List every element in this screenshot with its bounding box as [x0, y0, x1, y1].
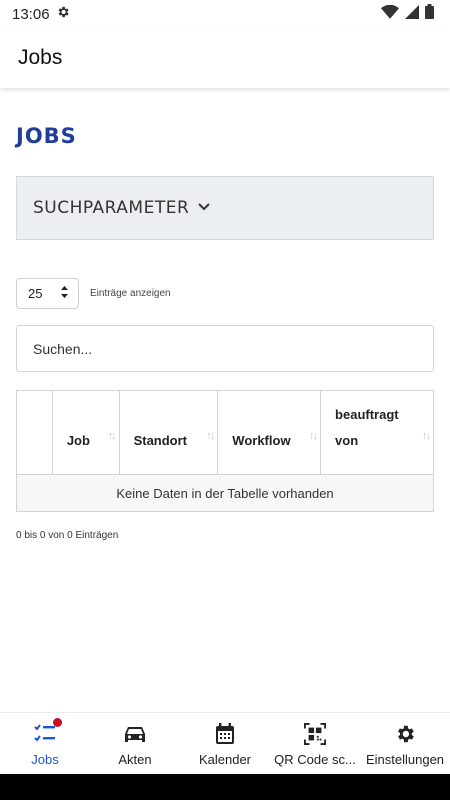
- nav-item-akten[interactable]: Akten: [90, 713, 180, 774]
- select-arrows-icon: [60, 285, 69, 302]
- nav-label-akten: Akten: [118, 752, 152, 767]
- status-bar: 13:06: [0, 0, 450, 28]
- jobs-checklist-icon: [33, 723, 57, 748]
- column-header-job[interactable]: Job ↑↓: [51, 390, 120, 475]
- sort-icon: ↑↓: [206, 430, 215, 442]
- sort-icon: ↑↓: [422, 430, 431, 442]
- search-parameters-label: SUCHPARAMETER: [33, 198, 190, 218]
- qr-code-icon: [303, 723, 327, 748]
- system-navigation-bar: [0, 774, 450, 800]
- nav-label-qr-code: QR Code sc...: [274, 752, 356, 767]
- page-length-select[interactable]: 25: [16, 278, 79, 309]
- table-row: Keine Daten in der Tabelle vorhanden: [16, 474, 434, 512]
- settings-status-icon: [56, 5, 70, 23]
- chevron-down-icon: [197, 199, 211, 217]
- search-parameters-toggle[interactable]: SUCHPARAMETER: [16, 176, 434, 240]
- search-placeholder: Suchen...: [33, 340, 93, 357]
- bottom-navigation: Jobs Akten Kalender QR Code sc... Einste…: [0, 712, 450, 774]
- jobs-table: Job ↑↓ Standort ↑↓ Workflow ↑↓ beauftrag…: [16, 390, 434, 512]
- column-header-standort[interactable]: Standort ↑↓: [118, 390, 219, 475]
- wifi-icon: [381, 4, 399, 24]
- battery-icon: [425, 4, 434, 24]
- nav-item-einstellungen[interactable]: Einstellungen: [360, 713, 450, 774]
- search-input[interactable]: Suchen...: [16, 325, 434, 372]
- empty-table-message: Keine Daten in der Tabelle vorhanden: [16, 474, 434, 512]
- column-header-workflow[interactable]: Workflow ↑↓: [217, 390, 322, 475]
- sort-icon: ↑↓: [107, 430, 117, 442]
- gear-icon: [393, 723, 417, 748]
- calendar-icon: [213, 723, 237, 748]
- nav-label-einstellungen: Einstellungen: [365, 752, 445, 767]
- nav-label-kalender: Kalender: [198, 752, 252, 767]
- status-time: 13:06: [12, 5, 50, 23]
- nav-item-jobs[interactable]: Jobs: [0, 713, 90, 774]
- sort-icon: ↑↓: [309, 430, 318, 442]
- page-length-value: 25: [28, 286, 43, 301]
- car-icon: [123, 723, 147, 748]
- signal-icon: [405, 4, 419, 24]
- page-length-row: 25 Einträge anzeigen: [16, 278, 434, 309]
- page-length-label: Einträge anzeigen: [90, 288, 171, 299]
- app-bar: Jobs: [0, 28, 450, 88]
- main-content: JOBS SUCHPARAMETER 25 Einträge anzeigen …: [0, 88, 450, 712]
- column-header-beauftragt-von[interactable]: beauftragt von ↑↓: [320, 390, 434, 475]
- table-header-row: Job ↑↓ Standort ↑↓ Workflow ↑↓ beauftrag…: [16, 390, 434, 475]
- page-title: JOBS: [16, 124, 77, 148]
- nav-item-kalender[interactable]: Kalender: [180, 713, 270, 774]
- column-header-select: [16, 390, 53, 475]
- notification-badge: [53, 718, 62, 727]
- nav-label-jobs: Jobs: [31, 752, 59, 767]
- app-title: Jobs: [18, 46, 63, 69]
- table-info: 0 bis 0 von 0 Einträgen: [16, 530, 119, 541]
- nav-item-qr-code[interactable]: QR Code sc...: [270, 713, 360, 774]
